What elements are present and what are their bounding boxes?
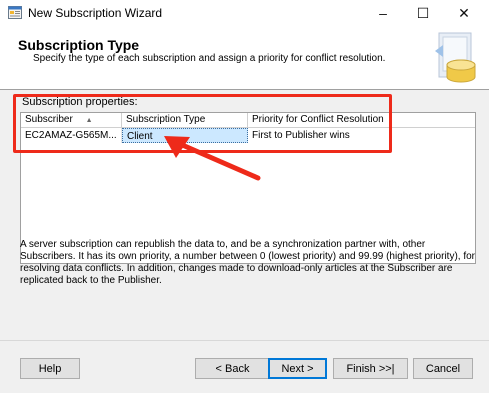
title-bar: New Subscription Wizard – ☐ ✕ xyxy=(0,0,489,26)
column-header-subscription-type[interactable]: Subscription Type xyxy=(122,113,248,127)
maximize-button[interactable]: ☐ xyxy=(405,0,441,26)
finish-button[interactable]: Finish >>| xyxy=(333,358,408,379)
cell-subscription-type[interactable]: Client xyxy=(122,128,248,143)
cell-priority[interactable]: First to Publisher wins xyxy=(248,128,475,143)
table-row[interactable]: EC2AMAZ-G565M... Client First to Publish… xyxy=(21,128,475,143)
subscription-description: A server subscription can republish the … xyxy=(20,239,476,286)
main-panel: Subscription properties: Subscriber ▲ Su… xyxy=(0,90,489,393)
wizard-header: Subscription Type Specify the type of ea… xyxy=(0,27,489,90)
wizard-app-icon xyxy=(8,6,22,19)
subscription-properties-label: Subscription properties: xyxy=(22,96,138,108)
back-button[interactable]: < Back xyxy=(195,358,270,379)
database-server-icon xyxy=(435,32,476,83)
grid-header: Subscriber ▲ Subscription Type Priority … xyxy=(21,113,475,128)
close-button[interactable]: ✕ xyxy=(446,0,482,26)
footer-divider xyxy=(0,340,489,341)
minimize-button[interactable]: – xyxy=(365,0,401,26)
window-title: New Subscription Wizard xyxy=(28,6,163,20)
sort-ascending-icon: ▲ xyxy=(85,117,93,124)
page-subtitle: Specify the type of each subscription an… xyxy=(33,53,386,64)
cell-subscriber[interactable]: EC2AMAZ-G565M... xyxy=(21,128,122,143)
next-button[interactable]: Next > xyxy=(268,358,327,379)
cancel-button[interactable]: Cancel xyxy=(413,358,473,379)
column-header-label: Subscriber xyxy=(25,114,73,125)
column-header-subscriber[interactable]: Subscriber ▲ xyxy=(21,113,122,127)
column-header-priority[interactable]: Priority for Conflict Resolution xyxy=(248,113,475,127)
page-title: Subscription Type xyxy=(18,37,140,53)
help-button[interactable]: Help xyxy=(20,358,80,379)
